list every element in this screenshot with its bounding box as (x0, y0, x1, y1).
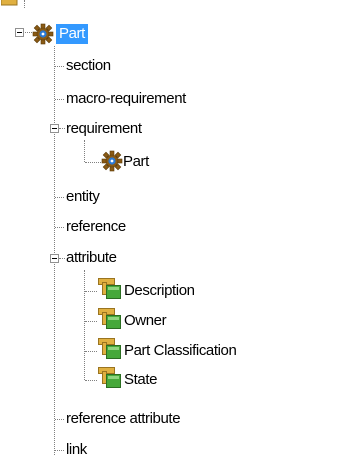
collapse-toggle[interactable] (15, 28, 24, 37)
tree-line (85, 321, 97, 322)
tree-line (85, 380, 97, 381)
tree-line (55, 99, 64, 100)
tree-line (54, 46, 55, 455)
tree-line (55, 66, 64, 67)
tree-line (59, 128, 65, 129)
tree-item-link[interactable]: link (66, 440, 87, 460)
tree-line (85, 351, 97, 352)
attribute-icon (98, 308, 122, 330)
tree-item-reference[interactable]: reference (66, 217, 126, 237)
tree-line (85, 291, 97, 292)
tree-item-reference-attribute[interactable]: reference attribute (66, 409, 181, 429)
gear-icon (101, 150, 123, 172)
attribute-icon (98, 367, 122, 389)
tree-item-part[interactable]: Part (56, 24, 88, 44)
tree-item-attribute[interactable]: attribute (66, 248, 117, 268)
attribute-icon (98, 278, 122, 300)
tree-line (59, 258, 65, 259)
tree-item-macro-requirement[interactable]: macro-requirement (66, 89, 186, 109)
collapse-toggle[interactable] (50, 254, 59, 263)
tree-line (85, 162, 101, 163)
tree-line (55, 419, 64, 420)
tree-line (84, 270, 85, 380)
collapse-toggle[interactable] (50, 124, 59, 133)
tree-item-state[interactable]: State (124, 370, 157, 390)
tree-line (24, 0, 25, 8)
tree-item-part-classification[interactable]: Part Classification (124, 341, 237, 361)
tree-item-description[interactable]: Description (124, 281, 195, 301)
tree-item-section[interactable]: section (66, 56, 111, 76)
attribute-icon (98, 338, 122, 360)
tree-line (55, 197, 64, 198)
tree-item-entity[interactable]: entity (66, 187, 100, 207)
tree-line (84, 140, 85, 162)
tree-item-requirement-part[interactable]: Part (123, 152, 149, 172)
tree-view: Part section macro-requirement requireme… (0, 0, 354, 461)
gear-icon (32, 23, 54, 45)
tree-line (55, 227, 64, 228)
tree-item-requirement[interactable]: requirement (66, 119, 142, 139)
tree-item-owner[interactable]: Owner (124, 311, 167, 331)
tree-line (55, 450, 64, 451)
folder-icon (0, 0, 19, 6)
